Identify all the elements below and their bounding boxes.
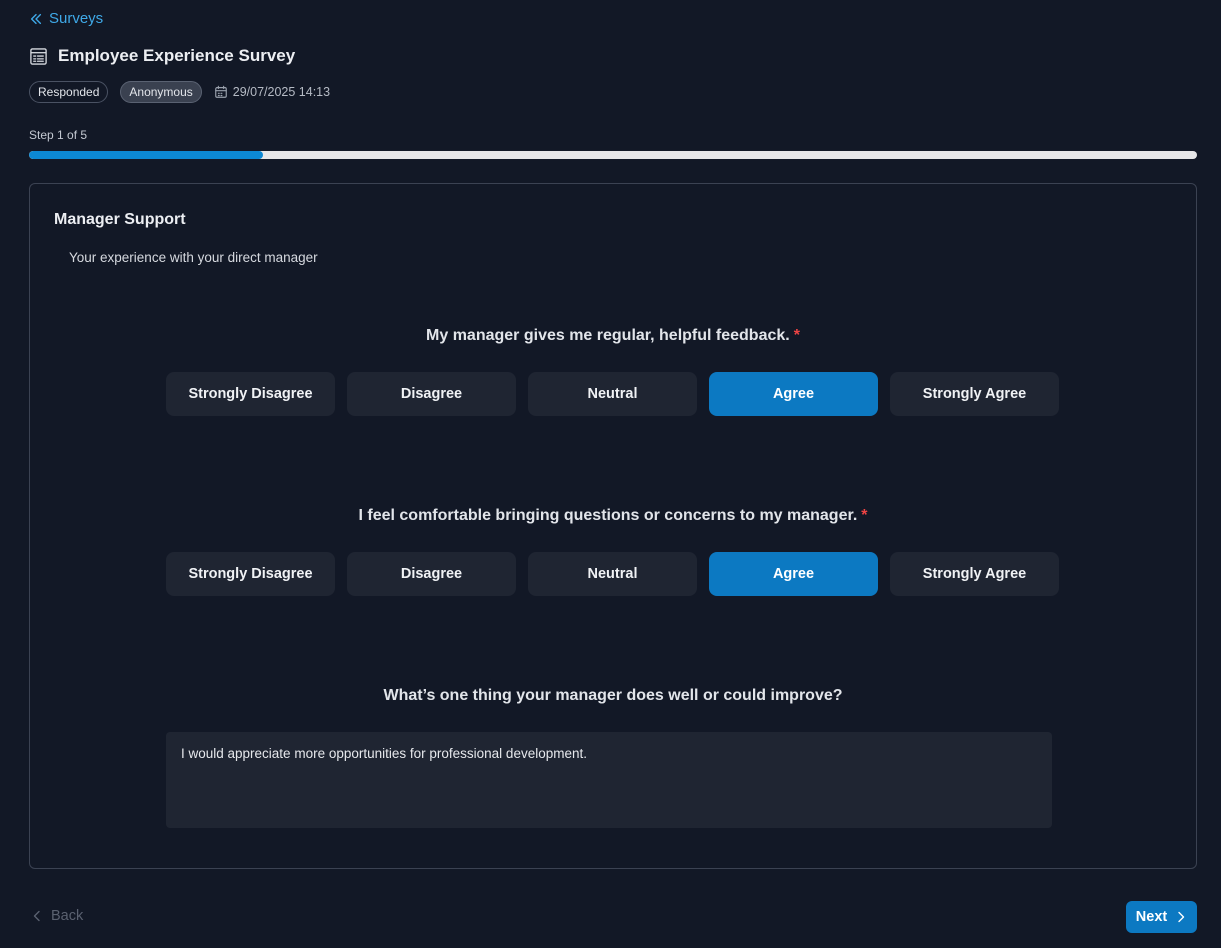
question-2-options: Strongly Disagree Disagree Neutral Agree… <box>166 552 1059 596</box>
option-agree[interactable]: Agree <box>709 372 878 416</box>
page-title: Employee Experience Survey <box>58 46 296 65</box>
option-neutral[interactable]: Neutral <box>528 552 697 596</box>
step-label: Step 1 of 5 <box>29 128 88 142</box>
option-disagree[interactable]: Disagree <box>347 372 516 416</box>
option-strongly-disagree[interactable]: Strongly Disagree <box>166 372 335 416</box>
title-row: Employee Experience Survey <box>29 46 295 66</box>
option-strongly-agree[interactable]: Strongly Agree <box>890 552 1059 596</box>
question-1-label: My manager gives me regular, helpful fee… <box>426 327 790 344</box>
meta-row: Responded Anonymous 29/07/2025 14:13 <box>29 81 330 103</box>
chevrons-left-icon <box>30 13 42 24</box>
progress-bar <box>29 151 1197 159</box>
survey-date: 29/07/2025 14:13 <box>214 85 330 99</box>
progress-fill <box>29 151 263 159</box>
breadcrumb-surveys-link[interactable]: Surveys <box>29 10 103 27</box>
status-badge-responded: Responded <box>29 81 109 103</box>
question-1-text: My manager gives me regular, helpful fee… <box>30 327 1196 345</box>
question-2-text: I feel comfortable bringing questions or… <box>30 507 1196 525</box>
option-neutral[interactable]: Neutral <box>528 372 697 416</box>
survey-page: Surveys Employee Experience Survey Respo… <box>0 0 1221 948</box>
survey-date-text: 29/07/2025 14:13 <box>232 85 331 99</box>
section-card: Manager Support Your experience with you… <box>29 183 1197 869</box>
status-badge-anonymous: Anonymous <box>120 81 202 103</box>
chevron-left-icon <box>33 910 40 922</box>
question-3-text: What’s one thing your manager does well … <box>383 687 843 704</box>
section-description: Your experience with your direct manager <box>69 250 318 265</box>
option-strongly-agree[interactable]: Strongly Agree <box>890 372 1059 416</box>
question-1-options: Strongly Disagree Disagree Neutral Agree… <box>166 372 1059 416</box>
breadcrumb-label: Surveys <box>49 10 104 27</box>
next-button-label: Next <box>1135 909 1168 925</box>
survey-list-icon <box>30 47 47 65</box>
required-mark: * <box>793 327 800 344</box>
back-button-label: Back <box>51 908 84 924</box>
question-2-label: I feel comfortable bringing questions or… <box>358 507 858 524</box>
back-button[interactable]: Back <box>31 908 83 924</box>
calendar-icon <box>214 85 227 98</box>
next-button[interactable]: Next <box>1126 901 1197 933</box>
section-title: Manager Support <box>54 211 186 228</box>
option-agree[interactable]: Agree <box>709 552 878 596</box>
option-disagree[interactable]: Disagree <box>347 552 516 596</box>
answer-textarea[interactable]: I would appreciate more opportunities fo… <box>166 732 1052 828</box>
chevron-right-icon <box>1178 911 1185 923</box>
option-strongly-disagree[interactable]: Strongly Disagree <box>166 552 335 596</box>
required-mark: * <box>861 507 868 524</box>
